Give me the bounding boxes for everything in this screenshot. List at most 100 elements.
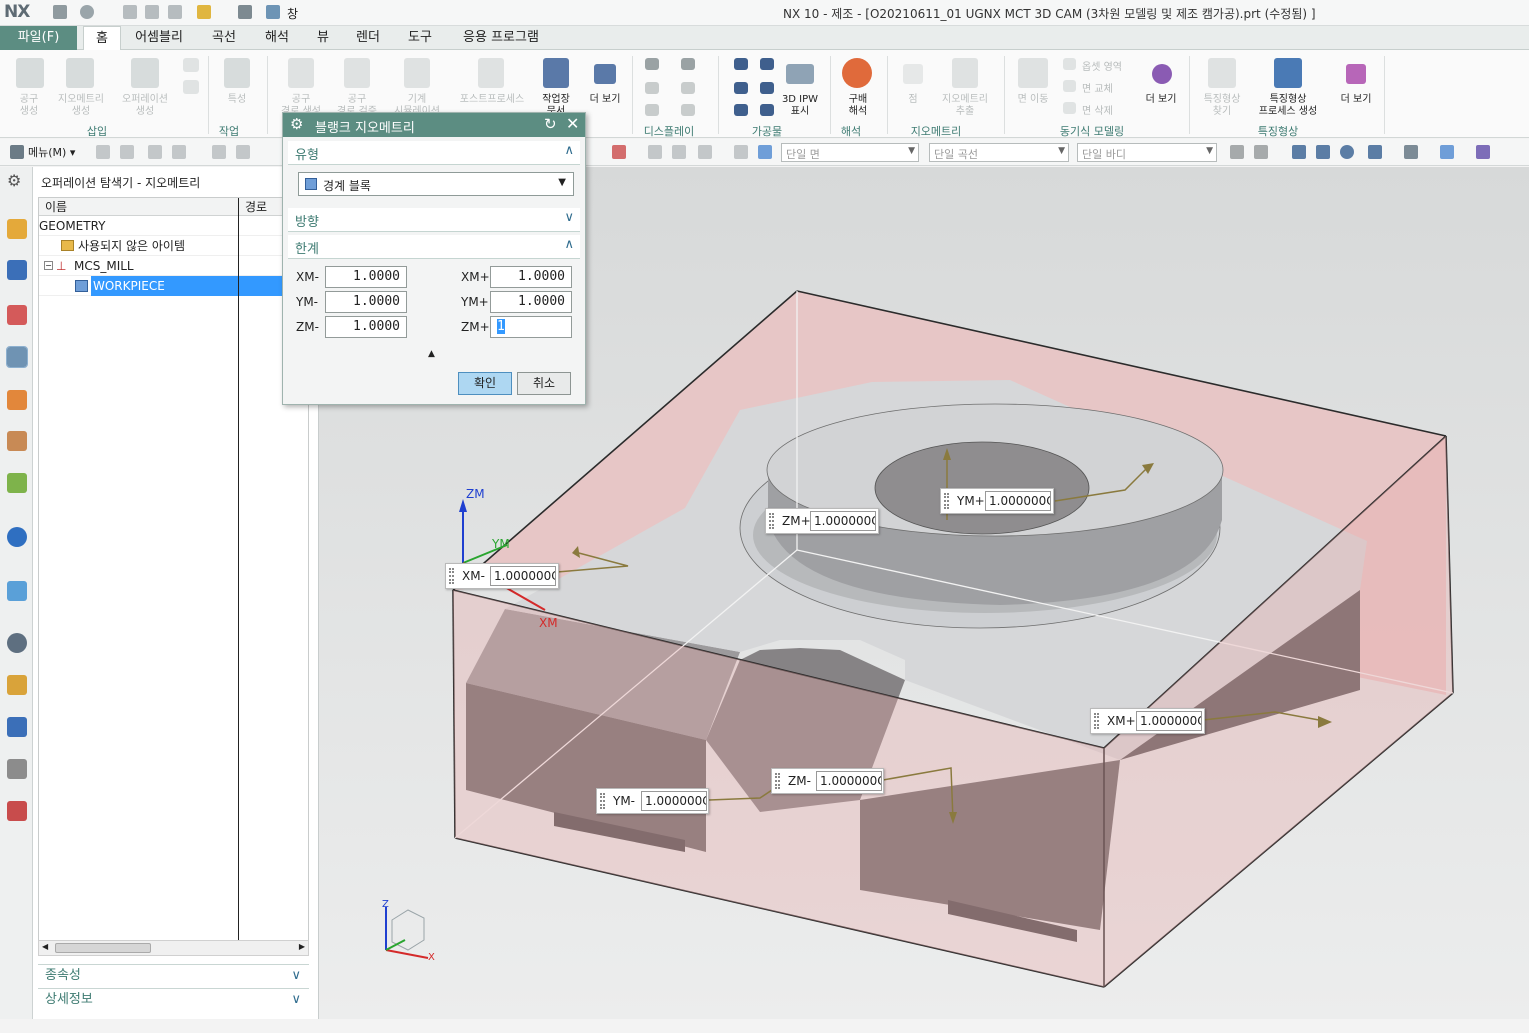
window-icon[interactable] <box>266 5 280 19</box>
horizontal-scrollbar[interactable]: ◀ ▶ <box>38 940 309 956</box>
section-type[interactable]: 유형 ∧ <box>288 141 580 165</box>
zm-minus-field[interactable]: 1.0000 <box>325 316 407 338</box>
touch-icon[interactable] <box>238 5 252 19</box>
tab-view[interactable]: 뷰 <box>309 26 337 50</box>
tree-row-workpiece[interactable]: WORKPIECE <box>39 276 308 296</box>
drag-grip-icon[interactable] <box>449 568 454 584</box>
render-style-icon[interactable] <box>1404 145 1418 159</box>
cut-icon[interactable] <box>123 5 137 19</box>
reset-icon[interactable]: ↻ <box>544 115 557 133</box>
type-select[interactable]: 경계 블록 ▼ <box>298 172 574 196</box>
more-button[interactable]: 더 보기 <box>584 94 626 106</box>
mechanical-icon[interactable] <box>7 717 27 737</box>
tab-assembly[interactable]: 어셈블리 <box>127 26 191 50</box>
settings-icon[interactable]: ⚙ <box>290 115 303 133</box>
extract-geometry-button[interactable]: 지오메트리 추출 <box>934 94 996 118</box>
xm-minus-value[interactable]: 1.000000C <box>490 566 556 586</box>
paste-icon[interactable] <box>168 5 182 19</box>
zoom-icon[interactable] <box>1316 145 1330 159</box>
move-face-button[interactable]: 면 이동 <box>1010 94 1056 106</box>
scroll-thumb[interactable] <box>55 943 151 953</box>
ym-minus-field[interactable]: 1.0000 <box>325 291 407 313</box>
xm-minus-handle[interactable]: XM- 1.000000C <box>445 563 559 589</box>
hd3d-icon[interactable] <box>7 473 27 493</box>
snap-icon[interactable] <box>648 145 662 159</box>
palette-icon[interactable] <box>7 675 27 695</box>
ym-minus-handle[interactable]: YM- 1.000000C <box>596 788 709 814</box>
undo-icon[interactable] <box>80 5 94 19</box>
ym-plus-field[interactable]: 1.0000 <box>490 291 572 313</box>
scroll-right-icon[interactable]: ▶ <box>299 942 305 951</box>
menu-button[interactable]: 메뉴(M) ▾ <box>28 144 75 160</box>
tree-row-mcs-mill[interactable]: − ⊥ MCS_MILL <box>39 256 308 276</box>
assembly-navigator-icon[interactable] <box>7 219 27 239</box>
tab-analysis[interactable]: 해석 <box>255 26 299 50</box>
zm-minus-handle[interactable]: ZM- 1.000000C <box>771 768 884 794</box>
zm-minus-value[interactable]: 1.000000C <box>816 771 882 791</box>
tab-curve[interactable]: 곡선 <box>202 26 246 50</box>
orient-icon[interactable] <box>1368 145 1382 159</box>
process-studio-icon[interactable] <box>7 801 27 821</box>
macro-icon[interactable] <box>197 5 211 19</box>
tab-render[interactable]: 렌더 <box>346 26 390 50</box>
cancel-button[interactable]: 취소 <box>517 372 571 395</box>
point-button[interactable]: 점 <box>900 94 926 106</box>
xm-plus-value[interactable]: 1.000000C <box>1136 711 1202 731</box>
snap-icon[interactable] <box>96 145 110 159</box>
properties-button[interactable]: 특성 <box>216 94 258 106</box>
offset-region-button[interactable]: 옵셋 영역 <box>1082 58 1122 73</box>
find-feature-button[interactable]: 특징형상 찾기 <box>1196 94 1248 118</box>
rotate-icon[interactable] <box>1340 145 1354 159</box>
snap-icon[interactable] <box>734 145 748 159</box>
more-button[interactable]: 더 보기 <box>1140 94 1182 106</box>
drag-grip-icon[interactable] <box>775 773 780 789</box>
xm-minus-field[interactable]: 1.0000 <box>325 266 407 288</box>
collapse-icon[interactable]: − <box>44 261 53 270</box>
robot-icon[interactable] <box>7 759 27 779</box>
ok-button[interactable]: 확인 <box>458 372 512 395</box>
more-button[interactable]: 더 보기 <box>1335 94 1377 106</box>
drag-grip-icon[interactable] <box>769 513 774 529</box>
view-icon[interactable] <box>1254 145 1268 159</box>
section-direction[interactable]: 방향 ∨ <box>288 208 580 232</box>
dialog-header[interactable]: ⚙ 블랭크 지오메트리 ↻ ✕ <box>283 113 585 137</box>
tab-home[interactable]: 홈 <box>83 26 121 51</box>
snap-icon[interactable] <box>148 145 162 159</box>
body-filter[interactable]: 단일 바디 ▼ <box>1077 143 1217 162</box>
face-filter[interactable]: 단일 면 ▼ <box>781 143 919 162</box>
reuse-library-icon[interactable] <box>7 431 27 451</box>
web-browser-icon[interactable] <box>7 581 27 601</box>
tree-row-geometry[interactable]: GEOMETRY <box>39 216 308 236</box>
info-icon[interactable] <box>7 527 27 547</box>
replace-face-button[interactable]: 면 교체 <box>1082 80 1113 95</box>
window-menu[interactable]: 창 <box>287 5 298 22</box>
tree-row-unused[interactable]: 사용되지 않은 아이템 <box>39 236 308 256</box>
ym-plus-value[interactable]: 1.000000C <box>985 491 1051 511</box>
machine-tool-navigator-icon[interactable] <box>7 390 27 410</box>
xm-plus-field[interactable]: 1.0000 <box>490 266 572 288</box>
section-limits[interactable]: 한계 ∧ <box>288 235 580 259</box>
snap-icon[interactable] <box>236 145 250 159</box>
column-name[interactable]: 이름 <box>39 198 238 216</box>
history-icon[interactable] <box>7 633 27 653</box>
part-navigator-icon[interactable] <box>7 305 27 325</box>
show-3d-ipw-button[interactable]: 3D IPW 표시 <box>778 94 822 118</box>
create-geometry-button[interactable]: 지오메트리 생성 <box>52 94 110 118</box>
draft-analysis-button[interactable]: 구배 해석 <box>836 94 880 118</box>
xm-plus-handle[interactable]: XM+ 1.000000C <box>1090 708 1205 734</box>
settings-icon[interactable]: ⚙ <box>7 171 27 191</box>
snap-icon[interactable] <box>758 145 772 159</box>
view-icon[interactable] <box>1230 145 1244 159</box>
operation-navigator-icon[interactable] <box>6 346 28 368</box>
layer-icon[interactable] <box>1476 145 1490 159</box>
tab-file[interactable]: 파일(F) <box>0 26 77 50</box>
zm-plus-handle[interactable]: ZM+ 1.000000C <box>765 508 879 534</box>
postprocess-button[interactable]: 포스트프로세스 <box>450 94 534 106</box>
save-icon[interactable] <box>53 5 67 19</box>
tab-tools[interactable]: 도구 <box>398 26 442 50</box>
snap-icon[interactable] <box>672 145 686 159</box>
snap-icon[interactable] <box>172 145 186 159</box>
snap-icon[interactable] <box>120 145 134 159</box>
drag-grip-icon[interactable] <box>1094 713 1099 729</box>
snap-icon[interactable] <box>212 145 226 159</box>
